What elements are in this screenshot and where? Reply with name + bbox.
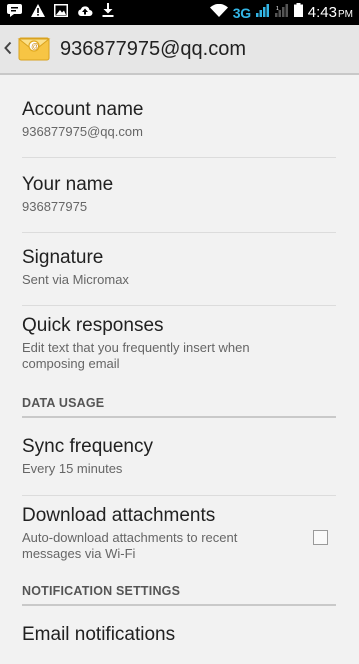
- pref-summary: Edit text that you frequently insert whe…: [22, 340, 250, 371]
- clock: 4:43PM: [307, 4, 353, 21]
- system-icons: 3G 1 4:43PM: [209, 3, 353, 22]
- pref-account-name[interactable]: Account name 936877975@qq.com: [22, 99, 336, 158]
- category-data-usage: DATA USAGE: [22, 396, 336, 418]
- notification-icons: [7, 3, 114, 22]
- action-bar: @ 936877975@qq.com: [0, 25, 359, 75]
- pref-quick-responses[interactable]: Quick responses Edit text that you frequ…: [22, 315, 336, 391]
- back-caret-icon[interactable]: [4, 40, 16, 58]
- pref-summary: 936877975: [22, 199, 88, 214]
- warning-icon: [31, 3, 45, 22]
- image-icon: [54, 3, 68, 22]
- pref-title: Account name: [22, 99, 144, 120]
- wifi-icon: [209, 3, 228, 22]
- battery-icon: [293, 3, 303, 22]
- status-bar: 3G 1 4:43PM: [0, 0, 359, 25]
- category-notification-settings: NOTIFICATION SETTINGS: [22, 584, 336, 606]
- pref-signature[interactable]: Signature Sent via Micromax: [22, 247, 336, 306]
- pref-summary: Auto-download attachments to recent mess…: [22, 530, 238, 561]
- download-icon: [102, 3, 114, 22]
- email-app-icon[interactable]: @: [16, 33, 52, 65]
- pref-download-attachments[interactable]: Download attachments Auto-download attac…: [22, 505, 336, 578]
- pref-summary: Every 15 minutes: [22, 461, 123, 476]
- account-title: 936877975@qq.com: [60, 37, 246, 60]
- pref-your-name[interactable]: Your name 936877975: [22, 174, 336, 233]
- pref-summary: Sent via Micromax: [22, 272, 129, 287]
- pref-summary: 936877975@qq.com: [22, 124, 143, 139]
- pref-title: Email notifications: [22, 624, 176, 645]
- pref-title: Signature: [22, 247, 104, 268]
- svg-text:@: @: [31, 42, 39, 51]
- svg-text:1: 1: [276, 6, 279, 12]
- cloud-upload-icon: [77, 4, 93, 22]
- pref-title: Your name: [22, 174, 114, 195]
- network-type: 3G: [232, 4, 251, 21]
- download-attachments-checkbox[interactable]: [313, 530, 328, 545]
- signal-strength-2-icon: 1: [274, 3, 289, 22]
- signal-strength-icon: [255, 3, 270, 22]
- pref-title: Sync frequency: [22, 436, 153, 457]
- pref-title: Quick responses: [22, 315, 164, 336]
- pref-sync-frequency[interactable]: Sync frequency Every 15 minutes: [22, 436, 336, 496]
- pref-email-notifications[interactable]: Email notifications: [22, 624, 336, 664]
- pref-title: Download attachments: [22, 505, 216, 526]
- message-icon: [7, 3, 22, 22]
